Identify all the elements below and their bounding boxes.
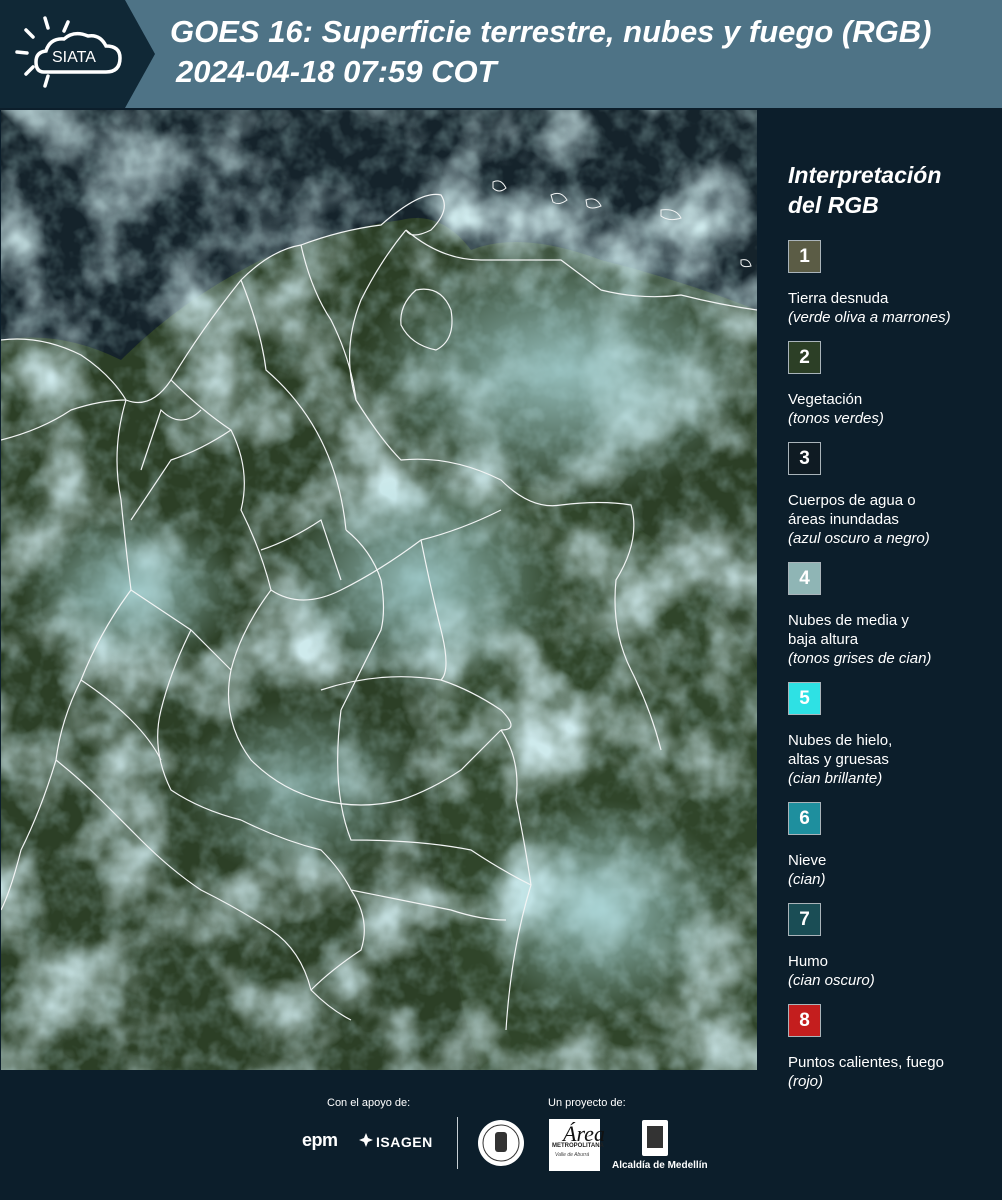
legend-item: 4 Nubes de media y baja altura (tonos gr… [788, 562, 993, 668]
alcaldia-logo-text: Alcaldía de Medellín [612, 1160, 708, 1171]
legend-label: Nubes de media y [788, 612, 909, 629]
legend-swatch: 4 [788, 562, 821, 595]
legend-label: Nieve [788, 852, 827, 869]
legend-label: Humo [788, 953, 829, 970]
legend-item: 6 Nieve (cian) [788, 802, 993, 889]
legend-label: altas y gruesas [788, 751, 889, 768]
page-title: GOES 16: Superficie terrestre, nubes y f… [170, 14, 932, 49]
page-timestamp: 2024-04-18 07:59 COT [176, 54, 497, 89]
legend-title-line2: del RGB [788, 192, 879, 218]
legend-swatch: 7 [788, 903, 821, 936]
project-label: Un proyecto de: [548, 1097, 626, 1109]
legend-item: 2 Vegetación (tonos verdes) [788, 341, 993, 428]
rgb-legend: Interpretación del RGB 1 Tierra desnuda … [788, 160, 993, 1105]
legend-swatch: 1 [788, 240, 821, 273]
legend-label: áreas inundadas [788, 511, 899, 528]
isagen-icon [359, 1133, 373, 1147]
footer-divider [457, 1117, 458, 1169]
legend-label: baja altura [788, 631, 859, 648]
legend-swatch: 3 [788, 442, 821, 475]
isagen-logo: ISAGEN [376, 1134, 433, 1150]
header-bar: SIATA GOES 16: Superficie terrestre, nub… [0, 0, 1002, 108]
legend-label: Vegetación [788, 391, 863, 408]
legend-sublabel: (tonos grises de cian) [788, 650, 932, 667]
legend-title-line1: Interpretación [788, 162, 942, 188]
legend-sublabel: (cian oscuro) [788, 972, 875, 989]
area-metropolitana-logo: Área METROPOLITANA Valle de Aburrá [549, 1119, 605, 1171]
svg-text:SIATA: SIATA [52, 49, 96, 66]
legend-label: Puntos calientes, fuego [788, 1054, 944, 1071]
legend-sublabel: (azul oscuro a negro) [788, 530, 930, 547]
support-label: Con el apoyo de: [327, 1097, 411, 1109]
legend-swatch: 8 [788, 1004, 821, 1037]
university-seal-icon [478, 1120, 524, 1166]
legend-sublabel: (cian brillante) [788, 770, 883, 787]
epm-logo: epm [302, 1130, 338, 1150]
legend-title: Interpretación del RGB [788, 160, 993, 220]
legend-sublabel: (verde oliva a marrones) [788, 309, 951, 326]
area-sub: Valle de Aburrá [555, 1152, 590, 1158]
legend-sublabel: (cian) [788, 871, 826, 888]
siata-logo: SIATA [0, 0, 155, 108]
legend-swatch: 2 [788, 341, 821, 374]
satellite-map [1, 110, 757, 1070]
alcaldia-shield-icon [642, 1120, 668, 1156]
legend-item: 5 Nubes de hielo, altas y gruesas (cian … [788, 682, 993, 788]
legend-swatch: 6 [788, 802, 821, 835]
legend-label: Tierra desnuda [788, 290, 889, 307]
legend-label: Nubes de hielo, [788, 732, 893, 749]
legend-swatch: 5 [788, 682, 821, 715]
legend-item: 7 Humo (cian oscuro) [788, 903, 993, 990]
legend-sublabel: (tonos verdes) [788, 410, 884, 427]
legend-item: 3 Cuerpos de agua o áreas inundadas (azu… [788, 442, 993, 548]
legend-item: 1 Tierra desnuda (verde oliva a marrones… [788, 240, 993, 327]
footer: Con el apoyo de: Un proyecto de: epm ISA… [0, 1072, 1002, 1200]
legend-label: Cuerpos de agua o [788, 492, 916, 509]
area-name: METROPOLITANA [552, 1143, 604, 1149]
